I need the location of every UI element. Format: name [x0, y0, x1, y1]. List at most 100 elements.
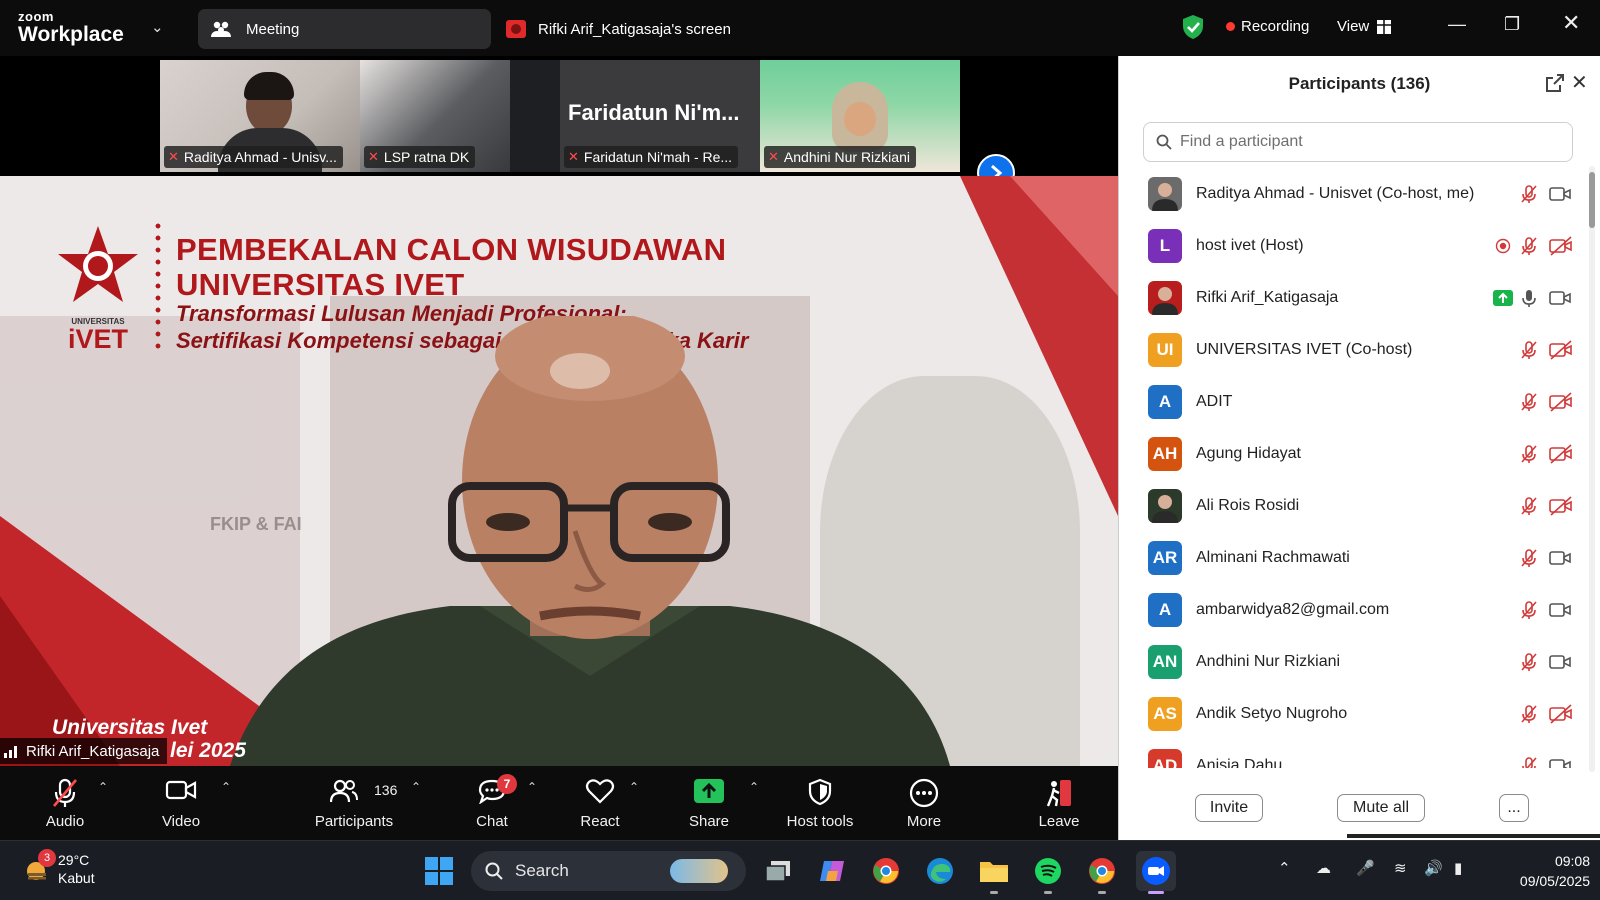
participant-row[interactable]: AN Andhini Nur Rizkiani	[1119, 636, 1589, 688]
chrome-profile-app[interactable]	[1082, 851, 1122, 894]
tab-shared-screen[interactable]: Rifki Arif_Katigasaja's screen	[506, 9, 731, 49]
search-input[interactable]	[1180, 133, 1540, 151]
view-button[interactable]: View	[1337, 18, 1392, 35]
mic-off-icon[interactable]	[1519, 704, 1539, 729]
video-off-icon[interactable]	[1549, 704, 1573, 729]
react-button[interactable]: React	[572, 766, 628, 840]
mic-tray-icon[interactable]: 🎤	[1356, 859, 1375, 877]
taskbar-search[interactable]: Search	[471, 851, 746, 891]
mic-off-icon[interactable]	[1519, 496, 1539, 521]
mic-off-icon[interactable]	[1519, 392, 1539, 417]
spotify-app[interactable]	[1028, 851, 1068, 894]
chat-button[interactable]: 7 Chat	[462, 766, 522, 840]
chevron-up-icon[interactable]: ⌃	[1278, 859, 1291, 877]
invite-button[interactable]: Invite	[1195, 794, 1263, 822]
participants-options-caret[interactable]: ⌃	[411, 780, 421, 794]
share-button[interactable]: Share	[684, 766, 734, 840]
mic-off-icon[interactable]	[1519, 756, 1539, 768]
participants-button[interactable]: 136 Participants	[306, 766, 402, 840]
mic-icon[interactable]	[1519, 288, 1539, 313]
tab-meeting[interactable]: Meeting	[198, 9, 491, 49]
more-button[interactable]: More	[900, 766, 948, 840]
video-camera-icon[interactable]	[1549, 654, 1571, 675]
shield-check-icon[interactable]	[1182, 14, 1204, 40]
video-button[interactable]: Video	[154, 766, 208, 840]
panel-more-button[interactable]: ...	[1499, 794, 1529, 822]
share-options-caret[interactable]: ⌃	[749, 780, 759, 794]
participant-row[interactable]: Rifki Arif_Katigasaja	[1119, 272, 1589, 324]
video-off-icon[interactable]	[1549, 340, 1573, 365]
battery-icon[interactable]: ▮	[1454, 859, 1462, 877]
start-button[interactable]	[419, 851, 459, 891]
recording-indicator[interactable]: Recording	[1226, 18, 1309, 35]
video-off-icon[interactable]	[1549, 392, 1573, 417]
video-options-caret[interactable]: ⌃	[221, 780, 231, 794]
participant-row[interactable]: Raditya Ahmad - Unisvet (Co-host, me)	[1119, 168, 1589, 220]
video-camera-icon[interactable]	[1549, 290, 1571, 311]
host-tools-button[interactable]: Host tools	[782, 766, 858, 840]
participant-row[interactable]: Ali Rois Rosidi	[1119, 480, 1589, 532]
participant-row[interactable]: A ADIT	[1119, 376, 1589, 428]
participant-row[interactable]: AD Anisia Dahu	[1119, 740, 1589, 768]
people-icon	[211, 21, 231, 37]
mic-off-icon[interactable]	[1519, 236, 1539, 261]
task-view-icon	[765, 861, 790, 882]
thumbnail-andhini[interactable]: ✕ Andhini Nur Rizkiani	[760, 60, 960, 172]
wifi-icon[interactable]: ≋	[1394, 859, 1407, 877]
mic-off-icon[interactable]	[1519, 548, 1539, 573]
participant-row[interactable]: Aambarwidya82@gmail.com	[1119, 584, 1589, 636]
participant-name: Andik Setyo Nugroho	[1196, 705, 1348, 722]
react-options-caret[interactable]: ⌃	[629, 780, 639, 794]
participant-row[interactable]: UI UNIVERSITAS IVET (Co-host)	[1119, 324, 1589, 376]
weather-widget[interactable]: 3 29°C Kabut	[22, 849, 95, 887]
video-camera-icon[interactable]	[1549, 550, 1571, 571]
thumbnail-raditya[interactable]: ✕ Raditya Ahmad - Unisv...	[160, 60, 360, 172]
mic-off-icon[interactable]	[1519, 652, 1539, 677]
participant-search[interactable]	[1143, 122, 1573, 162]
video-camera-icon[interactable]	[1549, 602, 1571, 623]
audio-options-caret[interactable]: ⌃	[98, 780, 108, 794]
mic-off-icon[interactable]	[1519, 340, 1539, 365]
chevron-down-icon[interactable]: ⌄	[151, 18, 164, 36]
thumbnail-lsp-ratna[interactable]: ✕ LSP ratna DK	[360, 60, 560, 172]
minimize-icon[interactable]: —	[1448, 14, 1466, 35]
avatar	[1148, 281, 1182, 315]
audio-button[interactable]: Audio	[38, 766, 92, 840]
folder-icon	[980, 862, 1008, 882]
video-camera-icon[interactable]	[1549, 186, 1571, 207]
video-camera-icon[interactable]	[1549, 758, 1571, 768]
signal-bars-icon	[4, 746, 17, 758]
system-clock[interactable]: 09:08 09/05/2025	[1498, 851, 1590, 891]
participant-row[interactable]: AR Alminani Rachmawati	[1119, 532, 1589, 584]
task-view-button[interactable]	[758, 851, 798, 891]
onedrive-icon[interactable]: ☁	[1316, 859, 1331, 877]
restore-icon[interactable]: ❐	[1504, 14, 1520, 35]
zoom-window: zoom Workplace ⌄ Meeting Rifki Arif_Kati…	[0, 0, 1600, 900]
video-off-icon[interactable]	[1549, 444, 1573, 469]
edge-app[interactable]	[920, 851, 960, 891]
participant-list-scrollbar[interactable]	[1589, 166, 1595, 772]
chat-options-caret[interactable]: ⌃	[527, 780, 537, 794]
pop-out-icon[interactable]	[1545, 73, 1565, 93]
chrome-app[interactable]	[866, 851, 906, 891]
participant-row[interactable]: AH Agung Hidayat	[1119, 428, 1589, 480]
mic-off-icon[interactable]	[1519, 600, 1539, 625]
mic-off-icon[interactable]	[1519, 444, 1539, 469]
volume-icon[interactable]: 🔊	[1424, 859, 1443, 877]
mic-off-icon[interactable]	[1519, 184, 1539, 209]
file-explorer-app[interactable]	[974, 851, 1014, 894]
video-off-icon[interactable]	[1549, 236, 1573, 261]
participant-row[interactable]: Lhost ivet (Host)	[1119, 220, 1589, 272]
scrollbar-thumb[interactable]	[1589, 172, 1595, 228]
leave-button[interactable]: Leave	[1034, 766, 1084, 840]
mute-all-button[interactable]: Mute all	[1337, 794, 1425, 822]
participant-row[interactable]: AS Andik Setyo Nugroho	[1119, 688, 1589, 740]
close-panel-icon[interactable]: ✕	[1571, 70, 1588, 95]
video-off-icon[interactable]	[1549, 496, 1573, 521]
copilot-app[interactable]	[812, 851, 852, 891]
zoom-app[interactable]	[1136, 851, 1176, 894]
panel-bottom-edge	[1347, 834, 1600, 838]
thumbnail-faridatun[interactable]: Faridatun Ni'm... ✕ Faridatun Ni'mah - Re…	[560, 60, 760, 172]
thumbnail-name-label: ✕ Andhini Nur Rizkiani	[764, 146, 916, 168]
close-window-icon[interactable]: ✕	[1562, 10, 1580, 36]
